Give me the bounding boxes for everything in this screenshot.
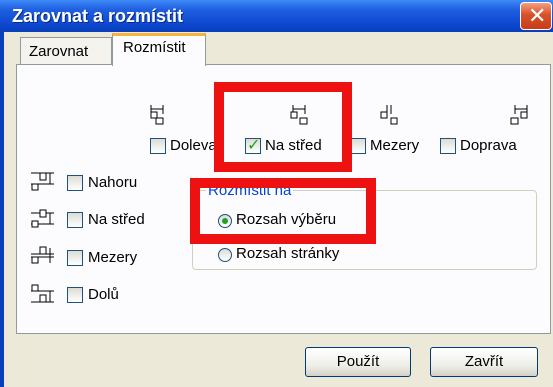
- label-nahoru: Nahoru: [88, 174, 138, 191]
- close-icon: ✕: [528, 3, 547, 28]
- tab-zarovnat-label: Zarovnat: [29, 43, 89, 60]
- label-na-stred-horizontal: Na střed: [265, 137, 322, 154]
- radio-rozsah-stranky[interactable]: [218, 248, 232, 262]
- checkbox-nahoru[interactable]: [67, 175, 83, 191]
- checkbox-dolu[interactable]: [67, 287, 83, 303]
- distribute-top-icon: [31, 172, 54, 191]
- distribute-spacing-v-icon: [31, 246, 54, 264]
- label-rozsah-vyberu: Rozsah výběru: [236, 211, 337, 228]
- checkbox-doleva[interactable]: [150, 138, 166, 154]
- label-dolu: Dolů: [88, 286, 119, 303]
- close-window-button[interactable]: ✕: [520, 2, 552, 30]
- distribute-right-icon: [510, 105, 528, 125]
- checkbox-mezery-vertical[interactable]: [67, 250, 83, 266]
- checkbox-na-stred-horizontal[interactable]: [245, 135, 261, 155]
- title-bar[interactable]: Zarovnat a rozmístit ✕: [0, 0, 553, 32]
- apply-button[interactable]: Použít: [305, 347, 411, 377]
- tab-rozmistit[interactable]: Rozmístit: [112, 33, 206, 66]
- tab-zarovnat[interactable]: Zarovnat: [20, 37, 112, 64]
- label-doprava: Doprava: [460, 137, 517, 154]
- tab-rozmistit-label: Rozmístit: [123, 39, 186, 56]
- checkbox-na-stred-vertical[interactable]: [67, 212, 83, 228]
- distribute-center-h-icon: [290, 105, 308, 125]
- distribute-left-icon: [150, 105, 164, 125]
- label-na-stred-vertical: Na střed: [88, 211, 145, 228]
- label-rozsah-stranky: Rozsah stránky: [236, 245, 340, 262]
- close-button[interactable]: Zavřít: [430, 347, 538, 377]
- checkbox-mezery-horizontal[interactable]: [350, 138, 366, 154]
- checkbox-doprava[interactable]: [440, 138, 456, 154]
- label-mezery-vertical: Mezery: [88, 249, 138, 266]
- label-mezery-horizontal: Mezery: [370, 137, 420, 154]
- distribute-middle-v-icon: [31, 209, 54, 228]
- radio-rozsah-vyberu[interactable]: [218, 214, 232, 228]
- label-doleva: Doleva: [170, 137, 217, 154]
- dialog-title: Zarovnat a rozmístit: [12, 6, 184, 26]
- distribute-spacing-h-icon: [380, 105, 398, 125]
- group-legend: Rozmístit na: [206, 182, 294, 199]
- distribute-bottom-icon: [31, 284, 54, 303]
